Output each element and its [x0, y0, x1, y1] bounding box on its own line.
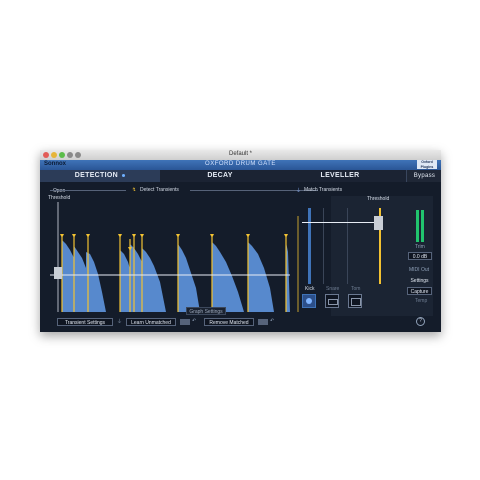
transient-settings-button[interactable]: Transient Settings	[57, 318, 113, 326]
temp-label: Temp	[415, 298, 428, 304]
window-titlebar: Default *	[40, 150, 441, 160]
open-threshold-handle[interactable]	[54, 267, 62, 279]
trim-value[interactable]: 0.0 dB	[408, 252, 432, 260]
output-meter-left	[416, 210, 419, 242]
product-title: OXFORD DRUM GATE	[205, 161, 276, 167]
kick-drum-button[interactable]	[302, 294, 316, 308]
kick-label: Kick	[305, 286, 315, 292]
window-title: Default *	[228, 151, 252, 157]
tom-track	[347, 208, 348, 284]
undo-icon[interactable]: ↶	[192, 318, 196, 324]
remove-matched-button[interactable]: Remove Matched	[204, 318, 254, 326]
tom-drum-button[interactable]	[348, 294, 362, 308]
match-icon: ⏚	[296, 188, 302, 194]
tab-decay[interactable]: DECAY	[160, 170, 280, 182]
remove-toggle[interactable]	[258, 319, 268, 325]
graph-settings-button[interactable]: Graph Settings	[186, 307, 226, 315]
help-icon[interactable]: ?	[416, 317, 425, 326]
kick-meter	[308, 208, 311, 284]
match-transients-label: Match Transients	[304, 187, 343, 193]
tom-drum-icon	[351, 298, 361, 306]
tab-indicator-dot-icon	[122, 173, 126, 177]
waveform-svg	[50, 202, 299, 312]
transient-graph[interactable]	[50, 192, 320, 312]
snare-drum-button[interactable]	[325, 294, 339, 308]
learn-toggle[interactable]	[180, 319, 190, 325]
learn-icon: ⏚	[117, 319, 123, 325]
bypass-button[interactable]: Bypass	[406, 170, 441, 182]
midi-settings-button[interactable]: Settings	[407, 277, 432, 285]
snare-track	[323, 208, 324, 284]
output-meter-right	[421, 210, 424, 242]
plugin-window: Default * Sonnox OXFORD DRUM GATE Oxford…	[40, 150, 441, 332]
brand-bar: Sonnox OXFORD DRUM GATE Oxford Plugins	[40, 160, 441, 170]
midi-capture-button[interactable]: Capture	[407, 287, 432, 295]
tab-bar: DETECTION DECAY LEVELLER Bypass	[40, 170, 441, 182]
tom-label: Tom	[351, 286, 361, 292]
trim-label: Trim	[415, 244, 425, 250]
snare-label: Snare	[326, 286, 340, 292]
tab-detection[interactable]: DETECTION	[40, 170, 160, 182]
tab-leveller[interactable]: LEVELLER	[280, 170, 400, 182]
undo-icon[interactable]: ↶	[270, 318, 274, 324]
match-threshold-label: Threshold	[367, 196, 390, 202]
kick-drum-icon	[306, 298, 312, 304]
snare-drum-icon	[328, 299, 338, 305]
divider	[50, 190, 126, 191]
oxford-plugins-logo: Oxford Plugins	[417, 160, 437, 169]
match-threshold-line	[302, 222, 378, 223]
match-threshold-handle[interactable]	[374, 216, 383, 230]
midi-out-label: MIDI Out	[409, 267, 430, 273]
waveform-bursts	[62, 240, 290, 312]
learn-unmatched-button[interactable]: Learn Unmatched	[126, 318, 176, 326]
